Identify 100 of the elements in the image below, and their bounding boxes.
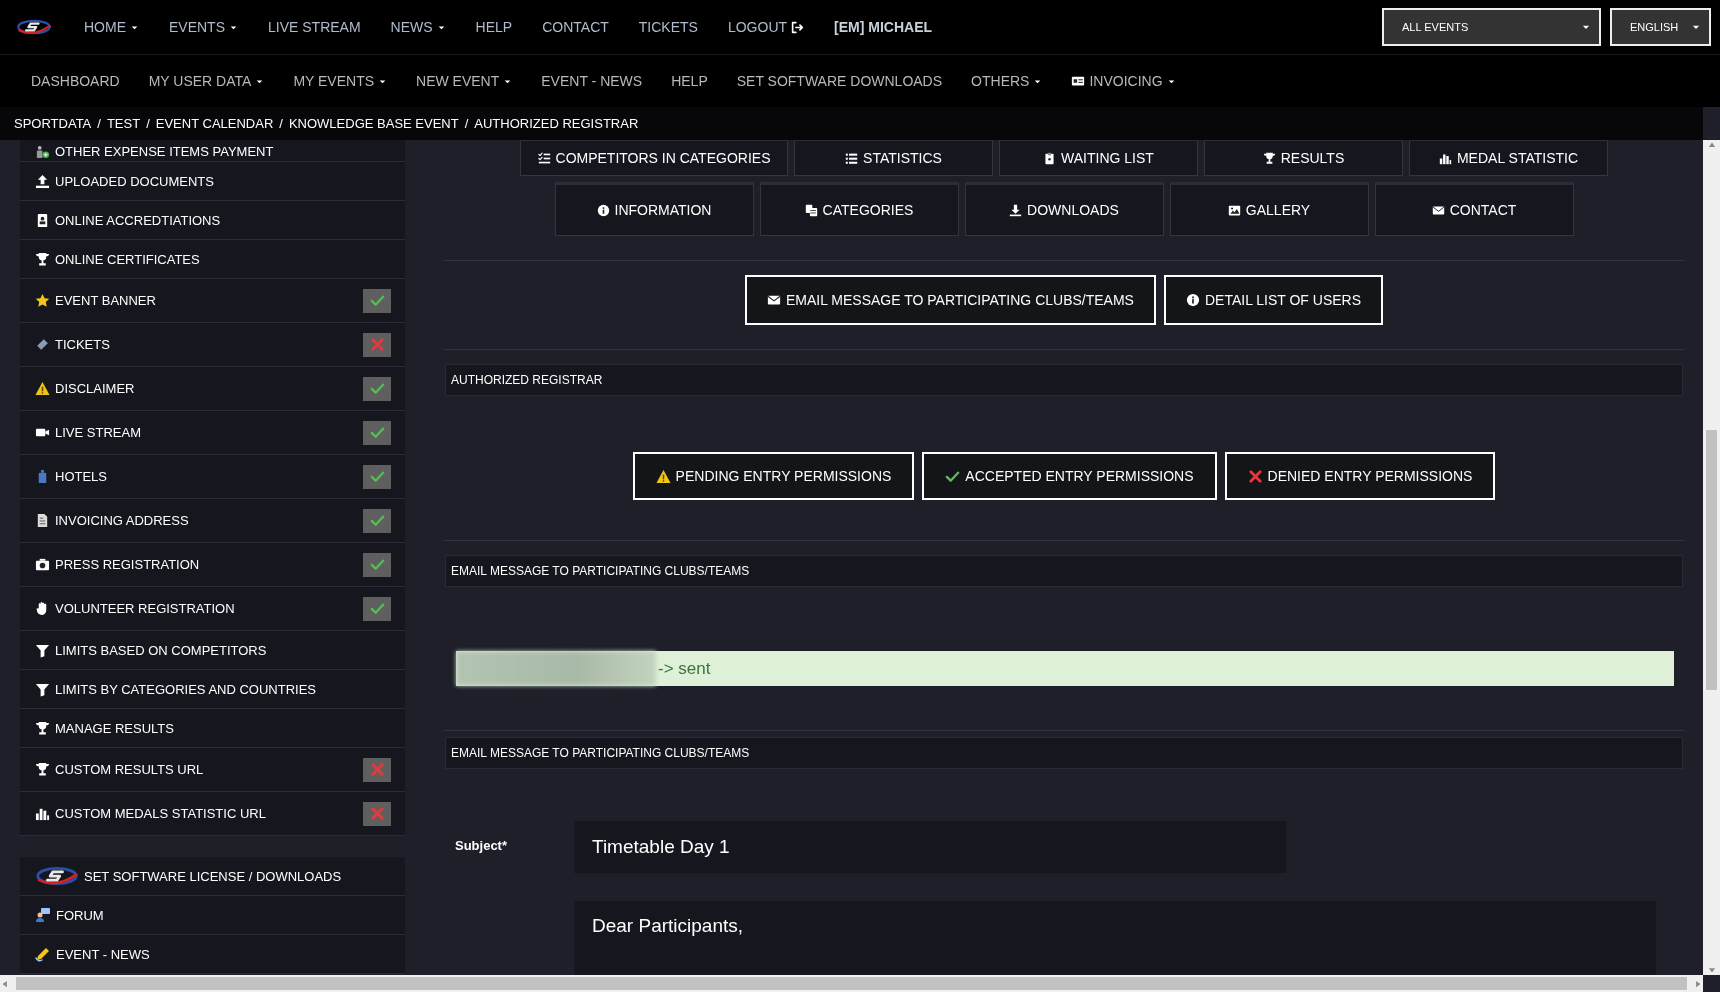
bar-chart-icon (1438, 151, 1452, 165)
cross-icon (369, 806, 385, 821)
scroll-down-icon (1706, 965, 1717, 975)
event-menu-button[interactable]: CATEGORIES (759, 182, 959, 236)
nav-link[interactable]: HELP (475, 19, 513, 35)
cross-icon (1247, 468, 1263, 484)
nav-link[interactable]: MY EVENTS (293, 73, 388, 89)
subject-field[interactable]: Timetable Day 1 (574, 821, 1286, 873)
nav-link[interactable]: HELP (671, 73, 708, 89)
envelope-icon (1431, 203, 1445, 217)
pencil-icon (35, 946, 51, 962)
check-icon (369, 381, 385, 396)
panel-header: EMAIL MESSAGE TO PARTICIPATING CLUBS/TEAMS (445, 555, 1683, 587)
nav-link[interactable]: LOGOUT (727, 19, 805, 35)
nav-link[interactable]: TICKETS (638, 19, 698, 35)
breadcrumb-link[interactable]: SPORTDATA (14, 116, 92, 131)
action-button[interactable]: DETAIL LIST OF USERS (1163, 275, 1384, 325)
breadcrumb-separator: / (146, 116, 150, 131)
nav-link[interactable]: MY USER DATA (148, 73, 265, 89)
trophy-icon (35, 720, 50, 736)
sidebar-item[interactable]: FORUM (20, 896, 405, 935)
event-menu-button[interactable]: STATISTICS (794, 140, 993, 176)
language-select[interactable]: ENGLISH (1610, 8, 1711, 46)
user-menu[interactable]: [EM] MICHAEL (834, 19, 933, 35)
event-menu-button[interactable]: CONTACT (1374, 182, 1574, 236)
clipboard-icon (1043, 151, 1057, 165)
breadcrumb-link[interactable]: AUTHORIZED REGISTRAR (474, 116, 639, 131)
vertical-scrollbar[interactable] (1703, 140, 1720, 975)
warning-icon (35, 381, 50, 396)
check-icon (369, 293, 385, 308)
event-menu-button[interactable]: WAITING LIST (999, 140, 1198, 176)
breadcrumb-link[interactable]: EVENT CALENDAR (155, 116, 274, 131)
permission-button[interactable]: DENIED ENTRY PERMISSIONS (1224, 452, 1496, 500)
check-icon (369, 601, 385, 616)
sidebar-item[interactable]: ONLINE CERTIFICATES (20, 240, 405, 279)
sidebar-item[interactable]: CUSTOM RESULTS URL (20, 748, 405, 792)
nav-link[interactable]: EVENT - NEWS (541, 73, 643, 89)
sidebar-item[interactable]: INVOICING ADDRESS (20, 499, 405, 543)
check-icon (369, 513, 385, 528)
nav-link[interactable]: EVENTS (169, 19, 238, 35)
sidebar-item[interactable]: ONLINE ACCREDTIATIONS (20, 201, 405, 240)
id-card-icon (1071, 74, 1086, 88)
subject-label: Subject* (455, 837, 508, 853)
sidebar-item[interactable]: TICKETS (20, 323, 405, 367)
logo (16, 18, 52, 36)
check-icon (369, 469, 385, 484)
nav-link[interactable]: NEW EVENT (416, 73, 513, 89)
nav-link[interactable]: LIVE STREAM (268, 19, 361, 35)
sidebar-item[interactable]: PRESS REGISTRATION (20, 543, 405, 587)
sidebar-item[interactable]: CUSTOM MEDALS STATISTIC URL (20, 792, 405, 836)
sidebar-item[interactable]: UPLOADED DOCUMENTS (20, 162, 405, 201)
nav-link[interactable]: DASHBOARD (31, 73, 120, 89)
sidebar-item[interactable]: LIMITS BASED ON COMPETITORS (20, 631, 405, 670)
image-icon (1227, 203, 1241, 217)
trophy-icon (35, 762, 50, 777)
info-icon (1185, 293, 1200, 307)
scroll-up-icon (1706, 140, 1717, 150)
event-menu-button[interactable]: RESULTS (1204, 140, 1403, 176)
sidebar-item[interactable]: SET SOFTWARE LICENSE / DOWNLOADS (20, 857, 405, 896)
trophy-icon (35, 251, 50, 267)
nav-link[interactable]: SET SOFTWARE DOWNLOADS (736, 73, 943, 89)
event-menu-button[interactable]: GALLERY (1169, 182, 1369, 236)
checklist-icon (537, 151, 551, 165)
event-menu-button[interactable]: DOWNLOADS (964, 182, 1164, 236)
permission-button[interactable]: PENDING ENTRY PERMISSIONS (632, 452, 915, 500)
scrollbar-thumb[interactable] (16, 977, 1687, 990)
nav-link[interactable]: OTHERS (971, 73, 1043, 89)
event-menu-button[interactable]: COMPETITORS IN CATEGORIES (520, 140, 788, 176)
envelope-icon (766, 293, 781, 307)
nav-link[interactable]: CONTACT (542, 19, 609, 35)
breadcrumb-link[interactable]: KNOWLEDGE BASE EVENT (288, 116, 459, 131)
check-icon (369, 425, 385, 440)
scrollbar-thumb[interactable] (1706, 430, 1717, 690)
event-menu-button[interactable]: MEDAL STATISTIC (1409, 140, 1608, 176)
nav-link[interactable]: NEWS (390, 19, 446, 35)
breadcrumb-link[interactable]: TEST (106, 116, 141, 131)
message-field[interactable]: Dear Participants, (574, 901, 1656, 975)
sidebar-item[interactable]: EVENT - NEWS (20, 935, 405, 974)
logo (35, 865, 79, 887)
trophy-icon (1262, 151, 1276, 165)
sidebar-item[interactable]: HOTELS (20, 455, 405, 499)
horizontal-scrollbar[interactable] (0, 975, 1703, 992)
permission-button[interactable]: ACCEPTED ENTRY PERMISSIONS (922, 452, 1217, 500)
event-select[interactable]: ALL EVENTS (1382, 8, 1601, 46)
breadcrumb-separator: / (279, 116, 283, 131)
sidebar-item[interactable]: EVENT BANNER (20, 279, 405, 323)
document-icon (35, 513, 50, 528)
nav-link[interactable]: INVOICING (1071, 73, 1176, 89)
sidebar-item[interactable]: LIMITS BY CATEGORIES AND COUNTRIES (20, 670, 405, 709)
nav-link[interactable]: HOME (84, 19, 139, 35)
sidebar-item[interactable]: VOLUNTEER REGISTRATION (20, 587, 405, 631)
event-menu-button[interactable]: INFORMATION (554, 182, 754, 236)
action-button[interactable]: EMAIL MESSAGE TO PARTICIPATING CLUBS/TEAMS (744, 275, 1156, 325)
sidebar-item[interactable]: LIVE STREAM (20, 411, 405, 455)
scroll-left-icon (0, 978, 10, 989)
sidebar-item[interactable]: MANAGE RESULTS (20, 709, 405, 748)
sidebar-item[interactable]: OTHER EXPENSE ITEMS PAYMENT (20, 140, 405, 162)
sidebar-item[interactable]: DISCLAIMER (20, 367, 405, 411)
sign-out-icon (791, 20, 805, 34)
alert-text: -> sent (658, 658, 711, 679)
